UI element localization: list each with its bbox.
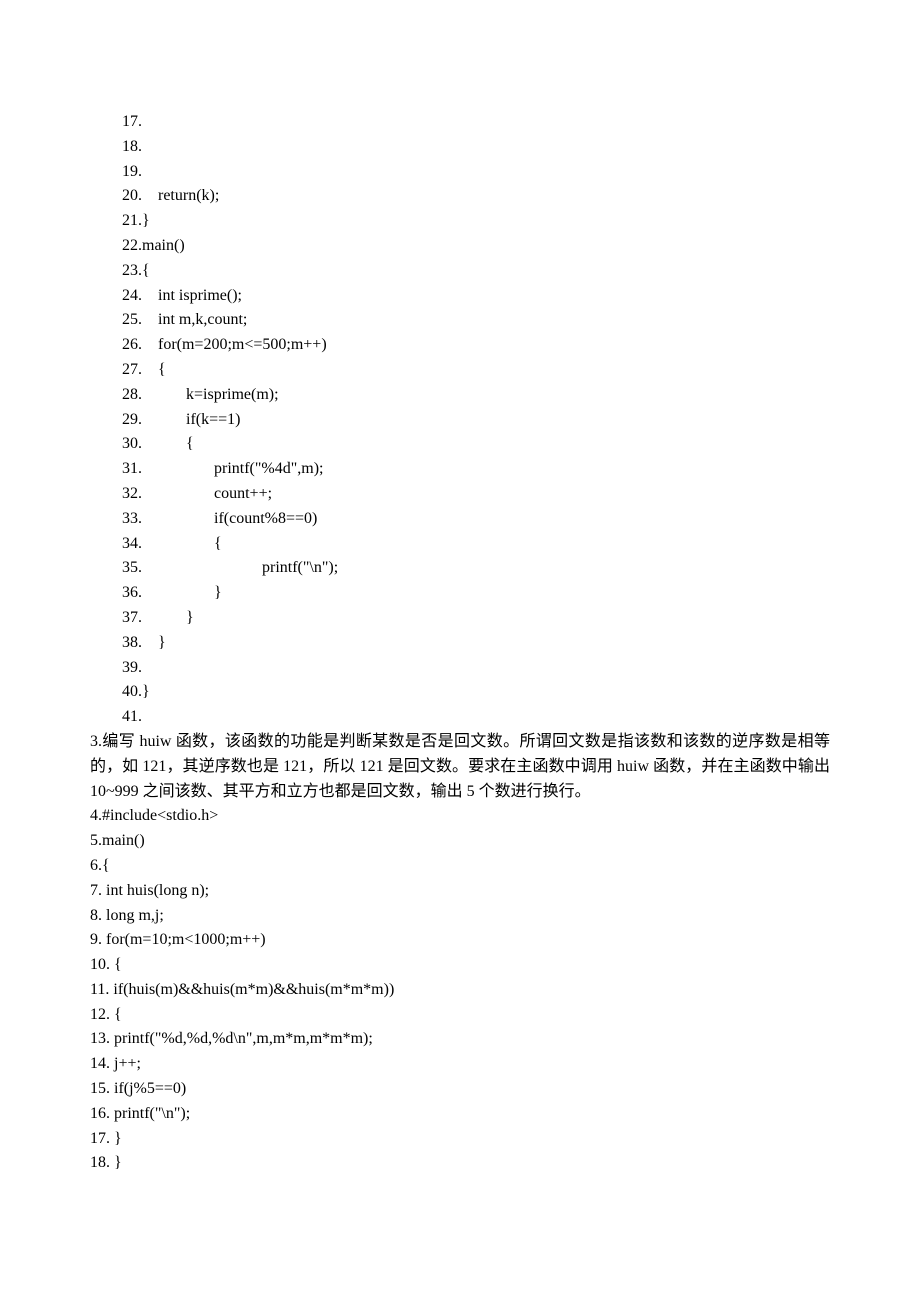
code-line: 41.: [122, 705, 830, 730]
code-line: 17. }: [90, 1127, 830, 1152]
code-line: 26. for(m=200;m<=500;m++): [122, 333, 830, 358]
code-line: 39.: [122, 656, 830, 681]
code-line: 12. {: [90, 1003, 830, 1028]
code-line: 38. }: [122, 631, 830, 656]
code-line: 30. {: [122, 432, 830, 457]
code-line: 22.main(): [122, 234, 830, 259]
code-line: 18. }: [90, 1151, 830, 1176]
code-line: 23.{: [122, 259, 830, 284]
code-line: 31. printf("%4d",m);: [122, 457, 830, 482]
code-block-a: 17. 18. 19. 20. return(k); 21.} 22.main(…: [122, 110, 830, 730]
code-line: 11. if(huis(m)&&huis(m*m)&&huis(m*m*m)): [90, 978, 830, 1003]
code-line: 5.main(): [90, 829, 830, 854]
code-line: 32. count++;: [122, 482, 830, 507]
code-line: 19.: [122, 160, 830, 185]
code-line: 9. for(m=10;m<1000;m++): [90, 928, 830, 953]
code-line: 16. printf("\n");: [90, 1102, 830, 1127]
code-line: 7. int huis(long n);: [90, 879, 830, 904]
code-line: 29. if(k==1): [122, 408, 830, 433]
code-line: 24. int isprime();: [122, 284, 830, 309]
code-line: 13. printf("%d,%d,%d\n",m,m*m,m*m*m);: [90, 1027, 830, 1052]
code-line: 18.: [122, 135, 830, 160]
question-3-text: 3.编写 huiw 函数，该函数的功能是判断某数是否是回文数。所谓回文数是指该数…: [90, 730, 830, 804]
code-line: 14. j++;: [90, 1052, 830, 1077]
document-page: 17. 18. 19. 20. return(k); 21.} 22.main(…: [0, 0, 920, 1236]
code-line: 21.}: [122, 209, 830, 234]
code-line: 36. }: [122, 581, 830, 606]
code-line: 8. long m,j;: [90, 904, 830, 929]
code-line: 37. }: [122, 606, 830, 631]
code-line: 34. {: [122, 532, 830, 557]
code-line: 28. k=isprime(m);: [122, 383, 830, 408]
code-line: 15. if(j%5==0): [90, 1077, 830, 1102]
code-line: 4.#include<stdio.h>: [90, 804, 830, 829]
code-line: 40.}: [122, 680, 830, 705]
code-line: 35. printf("\n");: [122, 556, 830, 581]
code-line: 17.: [122, 110, 830, 135]
code-line: 27. {: [122, 358, 830, 383]
code-line: 20. return(k);: [122, 184, 830, 209]
code-line: 10. {: [90, 953, 830, 978]
code-line: 33. if(count%8==0): [122, 507, 830, 532]
code-line: 25. int m,k,count;: [122, 308, 830, 333]
code-line: 6.{: [90, 854, 830, 879]
